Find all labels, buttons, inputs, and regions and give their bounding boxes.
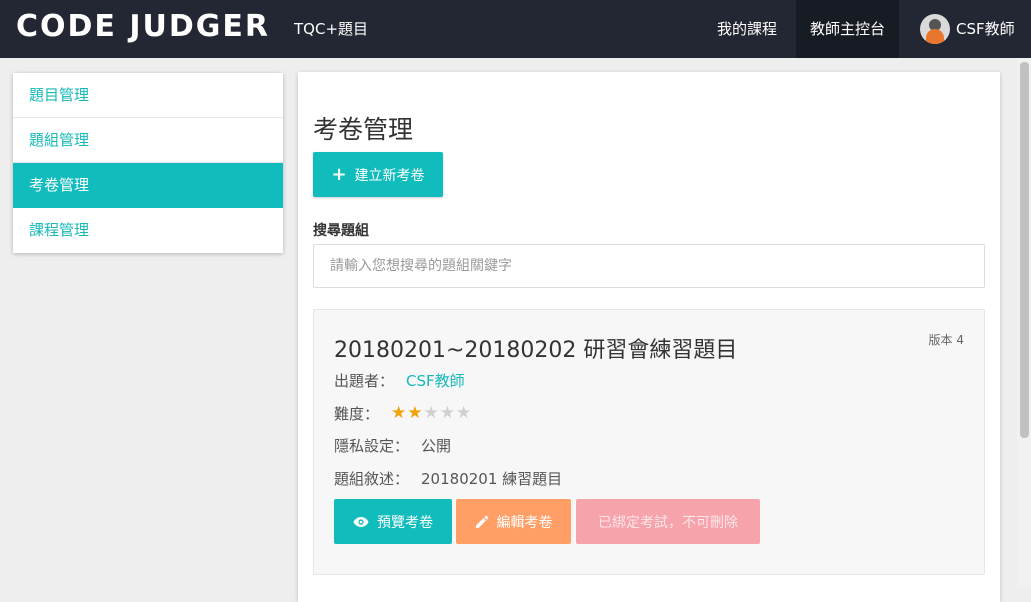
- version-badge: 版本 4: [928, 333, 964, 347]
- star-empty-icon: ★: [456, 403, 472, 423]
- exam-title: 20180201~20180202 研習會練習題目: [334, 338, 738, 363]
- edit-exam-button[interactable]: 編輯考卷: [456, 499, 571, 544]
- sidebar: 題目管理 題組管理 考卷管理 課程管理: [13, 73, 283, 253]
- avatar: [920, 14, 950, 44]
- exam-card: 20180201~20180202 研習會練習題目 版本 4 出題者： CSF教…: [313, 309, 985, 575]
- scrollbar[interactable]: [1017, 58, 1031, 587]
- search-label: 搜尋題組: [313, 223, 369, 239]
- brand-logo[interactable]: CODE JUDGER: [16, 9, 270, 44]
- pencil-icon: [475, 515, 489, 529]
- star-filled-icon: ★: [407, 403, 423, 423]
- sidebar-item-question-sets[interactable]: 題組管理: [13, 118, 283, 163]
- sidebar-item-questions[interactable]: 題目管理: [13, 73, 283, 118]
- edit-exam-label: 編輯考卷: [496, 514, 553, 531]
- page-title: 考卷管理: [313, 115, 414, 144]
- difficulty-stars: ★ ★ ★ ★ ★: [391, 405, 472, 422]
- create-exam-button[interactable]: + 建立新考卷: [313, 152, 443, 197]
- nav-user-menu[interactable]: CSF教師: [906, 0, 1027, 58]
- author-link[interactable]: CSF教師: [406, 370, 465, 391]
- privacy-value: 公開: [421, 437, 452, 455]
- nav-teacher-dashboard[interactable]: 教師主控台: [796, 0, 900, 58]
- top-navbar: CODE JUDGER TQC+題目 我的課程 教師主控台 CSF教師: [0, 0, 1031, 58]
- privacy-label: 隱私設定：: [334, 437, 410, 455]
- privacy-row: 隱私設定： 公開: [334, 435, 451, 456]
- sidebar-item-courses[interactable]: 課程管理: [13, 208, 283, 253]
- plus-icon: +: [331, 163, 347, 185]
- preview-exam-label: 預覽考卷: [377, 514, 433, 531]
- user-name: CSF教師: [956, 20, 1015, 38]
- difficulty-label: 難度：: [334, 405, 380, 423]
- create-exam-label: 建立新考卷: [354, 167, 425, 184]
- author-label: 出題者：: [334, 372, 395, 390]
- description-label: 題組敘述：: [334, 470, 410, 488]
- description-row: 題組敘述： 20180201 練習題目: [334, 468, 562, 489]
- scrollbar-thumb[interactable]: [1020, 62, 1029, 438]
- sidebar-item-exams[interactable]: 考卷管理: [13, 163, 283, 208]
- preview-exam-button[interactable]: 預覽考卷: [334, 499, 452, 544]
- star-empty-icon: ★: [439, 403, 456, 423]
- nav-tqc-questions[interactable]: TQC+題目: [294, 0, 368, 58]
- delete-disabled-button: 已綁定考試，不可刪除: [576, 499, 760, 544]
- eye-icon: [353, 516, 369, 528]
- nav-my-courses[interactable]: 我的課程: [703, 0, 791, 58]
- main-panel: 考卷管理 + 建立新考卷 搜尋題組 20180201~20180202 研習會練…: [298, 72, 1000, 602]
- description-value: 20180201 練習題目: [421, 470, 563, 488]
- author-row: 出題者： CSF教師: [334, 370, 465, 391]
- difficulty-row: 難度： ★ ★ ★ ★ ★: [334, 403, 472, 424]
- star-empty-icon: ★: [423, 403, 439, 423]
- star-filled-icon: ★: [391, 403, 407, 423]
- search-input[interactable]: [313, 244, 985, 288]
